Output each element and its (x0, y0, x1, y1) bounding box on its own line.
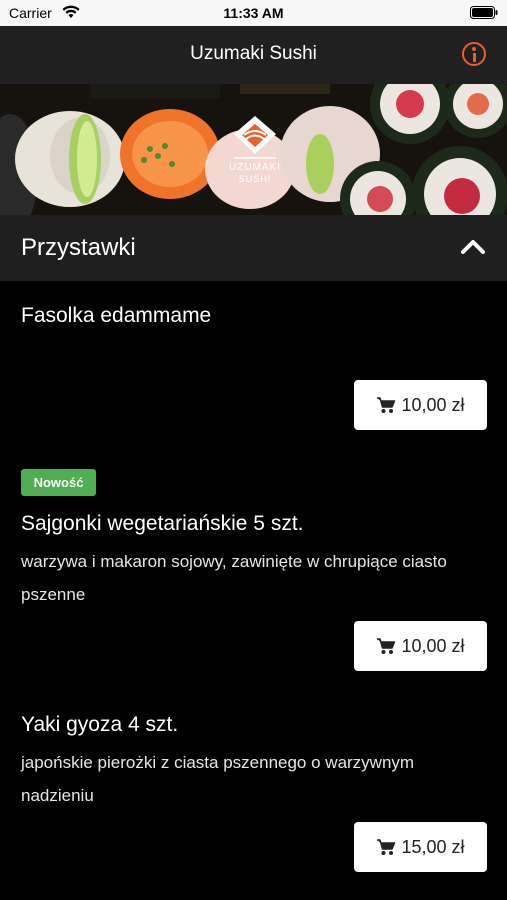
chevron-up-icon[interactable] (460, 239, 486, 260)
banner-image: UZUMAKI SUSHI (0, 84, 507, 215)
logo-text-uzumaki: UZUMAKI (229, 162, 281, 173)
cart-icon (377, 638, 396, 654)
price-label: 10,00 zł (401, 394, 465, 415)
app-header: Uzumaki Sushi (0, 26, 507, 84)
new-badge: Nowość (21, 469, 96, 496)
battery-icon (470, 6, 498, 24)
logo-text-sushi: SUSHI (238, 174, 272, 184)
item-description: warzywa i makaron sojowy, zawinięte w ch… (21, 552, 447, 604)
item-name: Fasolka edammame (21, 304, 212, 327)
price-label: 15,00 zł (401, 836, 465, 857)
section-header-przystawki[interactable]: Przystawki (0, 215, 507, 281)
item-description: japońskie pierożki z ciasta pszennego o … (21, 753, 415, 805)
item-name: Yaki gyoza 4 szt. (21, 713, 179, 736)
add-to-cart-button[interactable]: 15,00 zł (354, 822, 487, 872)
app-title: Uzumaki Sushi (190, 43, 317, 64)
item-name: Sajgonki wegetariańskie 5 szt. (21, 512, 304, 535)
cart-icon (377, 397, 396, 413)
cart-icon (377, 839, 396, 855)
status-bar: Carrier 11:33 AM (0, 0, 507, 26)
add-to-cart-button[interactable]: 10,00 zł (354, 621, 487, 671)
info-icon[interactable] (462, 42, 486, 66)
price-label: 10,00 zł (401, 635, 465, 656)
section-title: Przystawki (21, 234, 136, 261)
status-time: 11:33 AM (223, 5, 284, 21)
add-to-cart-button[interactable]: 10,00 zł (354, 380, 487, 430)
